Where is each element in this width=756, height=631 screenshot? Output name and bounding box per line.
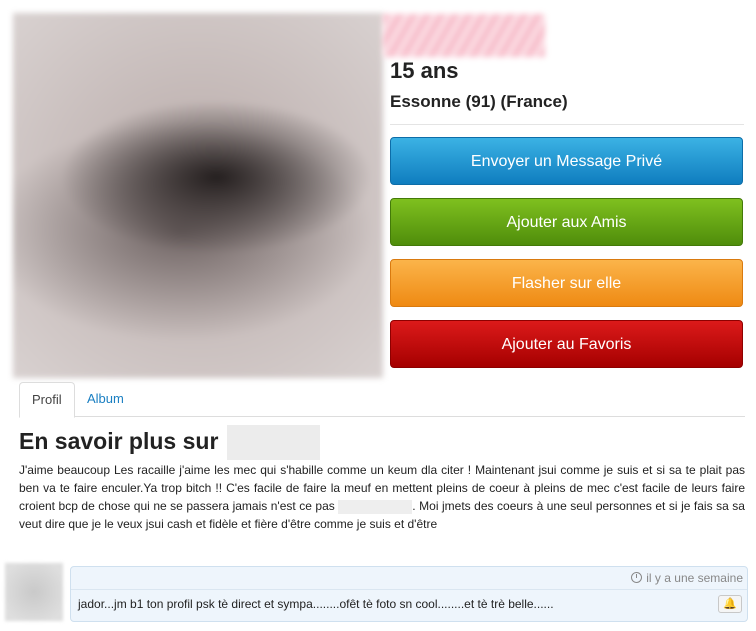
profile-age: 15 ans — [390, 58, 459, 83]
tab-album[interactable]: Album — [75, 382, 136, 416]
comment-timestamp: il y a une semaine — [631, 571, 743, 585]
profile-photo[interactable] — [13, 13, 383, 378]
add-friend-button[interactable]: Ajouter aux Amis — [390, 198, 743, 246]
redacted-name-inline — [338, 499, 413, 514]
about-name-redacted — [227, 425, 320, 460]
comment-header: il y a une semaine — [71, 567, 747, 590]
profile-location: Essonne (91) (France) — [390, 92, 568, 111]
comment-item: il y a une semaine jador...jm b1 ton pro… — [70, 566, 748, 622]
divider — [390, 124, 744, 125]
profile-name-redacted — [383, 14, 545, 57]
comment-time-text: il y a une semaine — [646, 571, 743, 585]
comment-text: jador...jm b1 ton profil psk tè direct e… — [78, 597, 554, 611]
tab-profil[interactable]: Profil — [19, 382, 75, 418]
about-title: En savoir plus sur — [19, 428, 219, 454]
flash-button[interactable]: Flasher sur elle — [390, 259, 743, 307]
send-message-button[interactable]: Envoyer un Message Privé — [390, 137, 743, 185]
clock-icon — [631, 572, 643, 583]
add-favorite-button[interactable]: Ajouter au Favoris — [390, 320, 743, 368]
commenter-avatar[interactable] — [5, 563, 63, 621]
profile-tabs: Profil Album — [19, 382, 745, 418]
about-description: J'aime beaucoup Les racaille j'aime les … — [19, 461, 745, 533]
bell-icon[interactable]: 🔔 — [718, 595, 742, 613]
